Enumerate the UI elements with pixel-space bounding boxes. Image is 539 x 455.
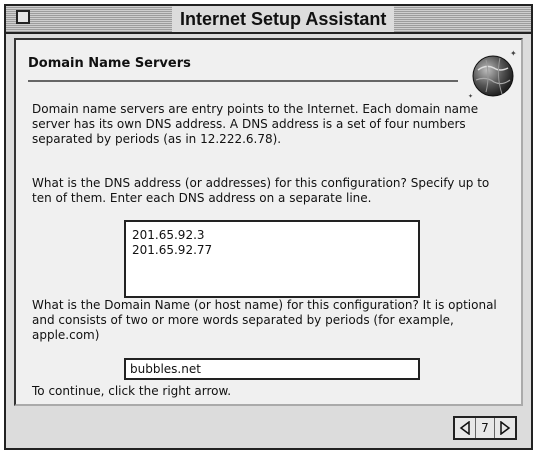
setup-assistant-window: Internet Setup Assistant Domain Name Ser…: [4, 4, 533, 450]
content-panel: Domain Name Servers ✦ ✦ Domain name serv…: [14, 38, 523, 406]
window-title: Internet Setup Assistant: [172, 6, 395, 32]
navigation-bar: 7: [14, 410, 523, 444]
dns-address-line: 201.65.92.77: [132, 243, 213, 257]
intro-text: Domain name servers are entry points to …: [32, 102, 479, 146]
domain-name-value: bubbles.net: [130, 362, 201, 376]
next-page-button[interactable]: [495, 418, 515, 438]
title-bar[interactable]: Internet Setup Assistant: [6, 6, 531, 34]
page-number: 7: [475, 418, 495, 438]
globe-icon: ✦ ✦: [468, 49, 517, 100]
dns-address-line: 201.65.92.3: [132, 228, 205, 242]
right-arrow-icon: [500, 421, 511, 435]
dns-question-text: What is the DNS address (or addresses) f…: [32, 176, 490, 205]
dns-address-field[interactable]: 201.65.92.3 201.65.92.77: [124, 220, 420, 298]
domain-name-field[interactable]: bubbles.net: [124, 358, 420, 380]
continue-hint: To continue, click the right arrow.: [32, 384, 232, 398]
previous-page-button[interactable]: [455, 418, 475, 438]
left-arrow-icon: [459, 421, 470, 435]
svg-text:✦: ✦: [510, 49, 517, 58]
domain-question-text: What is the Domain Name (or host name) f…: [32, 298, 497, 342]
close-box-icon[interactable]: [16, 10, 30, 24]
page-navigator: 7: [453, 416, 517, 440]
svg-text:✦: ✦: [468, 93, 473, 100]
panel-heading: Domain Name Servers: [28, 56, 191, 71]
panel-header: Domain Name Servers: [28, 48, 458, 82]
